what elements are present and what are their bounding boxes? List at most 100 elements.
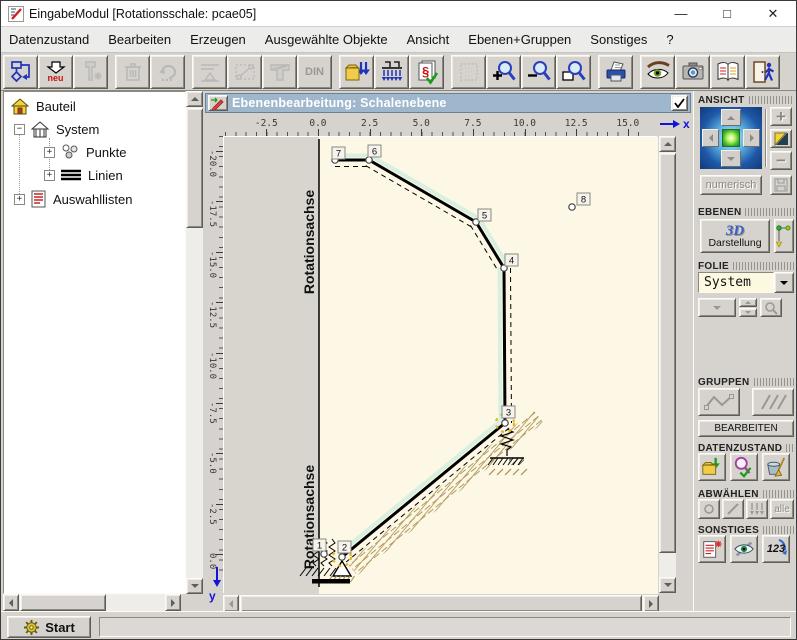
edit-plane-icon[interactable]	[208, 95, 228, 111]
section-ebenen: EBENEN	[698, 207, 794, 217]
tree-item-punkte[interactable]: + Punkte	[44, 143, 126, 161]
zoom-decrease-button[interactable]: −	[770, 151, 792, 170]
group-polyline-button[interactable]	[698, 388, 740, 416]
expand-expander[interactable]: +	[44, 170, 55, 181]
folie-dropdown-button[interactable]	[774, 272, 794, 293]
contrast-button[interactable]	[770, 129, 792, 148]
check-data-button[interactable]	[730, 453, 758, 481]
eye-button[interactable]	[640, 55, 675, 89]
folie-spinner[interactable]	[739, 298, 757, 317]
scroll-thumb[interactable]	[659, 153, 676, 553]
menu-ausgewaehlte-objekte[interactable]: Ausgewählte Objekte	[265, 32, 388, 47]
confirm-check-button[interactable]	[671, 95, 688, 111]
3d-darstellung-button[interactable]: 3D Darstellung	[700, 219, 770, 253]
tree-item-auswahllisten[interactable]: + Auswahllisten	[14, 190, 133, 208]
folie-search-button[interactable]	[760, 298, 782, 317]
tbeam-icon	[267, 59, 293, 85]
scroll-thumb[interactable]	[20, 594, 106, 611]
menu-datenzustand[interactable]: Datenzustand	[9, 32, 89, 47]
menu-ansicht[interactable]: Ansicht	[407, 32, 450, 47]
deselect-lines-button[interactable]	[722, 499, 744, 519]
protocol-button[interactable]	[698, 535, 726, 563]
canvas-vertical-scrollbar[interactable]	[659, 136, 676, 593]
save-view-button[interactable]	[770, 175, 792, 195]
scroll-thumb[interactable]	[186, 108, 203, 228]
node-label: 7	[336, 149, 341, 160]
new-button[interactable]: neu	[38, 55, 73, 89]
canvas-horizontal-scrollbar[interactable]	[223, 595, 659, 612]
menu-help[interactable]: ?	[666, 32, 673, 47]
node-marker[interactable]	[366, 157, 372, 163]
group-lines-button[interactable]	[752, 388, 794, 416]
center-view-button[interactable]	[722, 129, 740, 147]
scroll-left-button[interactable]	[3, 594, 19, 611]
close-button[interactable]: ✕	[750, 1, 796, 26]
pan-left-button[interactable]	[702, 129, 719, 147]
pan-down-button[interactable]	[721, 150, 741, 167]
node-marker[interactable]	[569, 204, 575, 210]
folder-import-button[interactable]	[339, 55, 374, 89]
book-button[interactable]	[710, 55, 745, 89]
deselect-loads-button[interactable]	[746, 499, 768, 519]
tree-item-system[interactable]: − System	[14, 120, 99, 138]
din-button: DIN	[297, 55, 332, 89]
scroll-right-button[interactable]	[643, 595, 659, 612]
section-rule	[733, 262, 794, 270]
scroll-down-button[interactable]	[659, 577, 676, 593]
zoom-window-button[interactable]	[556, 55, 591, 89]
pan-right-button[interactable]	[743, 129, 760, 147]
expand-expander[interactable]: +	[14, 194, 25, 205]
scroll-left-button[interactable]	[223, 595, 239, 612]
load-case-button[interactable]	[374, 55, 409, 89]
zoom-increase-button[interactable]: +	[770, 107, 792, 126]
tree-vertical-scrollbar[interactable]	[186, 91, 203, 594]
scroll-up-button[interactable]	[659, 136, 676, 152]
bearbeiten-button[interactable]: BEARBEITEN	[698, 420, 794, 437]
shell-member[interactable]	[504, 268, 505, 423]
node-marker[interactable]	[321, 551, 327, 557]
cleanup-data-button[interactable]	[762, 453, 790, 481]
start-button[interactable]: Start	[7, 616, 91, 638]
node-marker[interactable]	[339, 554, 345, 560]
main-toolbar: neu DIN §	[1, 53, 796, 91]
folie-select-value[interactable]: System	[698, 272, 774, 293]
zoom-out-button[interactable]	[521, 55, 556, 89]
tree-item-bauteil[interactable]: Bauteil	[10, 97, 76, 115]
node-marker[interactable]	[502, 420, 508, 426]
collapse-expander[interactable]: −	[14, 124, 25, 135]
section-title: SONSTIGES	[698, 525, 759, 536]
renumber-button[interactable]: 123	[762, 535, 790, 563]
expand-expander[interactable]: +	[44, 147, 55, 158]
tree-horizontal-scrollbar[interactable]	[3, 594, 181, 611]
tree-item-linien[interactable]: + Linien	[44, 166, 123, 184]
maximize-button[interactable]: □	[704, 1, 750, 26]
plane-axes-button[interactable]	[774, 219, 794, 253]
menu-erzeugen[interactable]: Erzeugen	[190, 32, 246, 47]
sub-folie-dropdown[interactable]	[698, 298, 736, 317]
scroll-thumb[interactable]	[240, 595, 642, 612]
section-datenzustand: DATENZUSTAND	[698, 443, 794, 453]
minimize-button[interactable]: —	[658, 1, 704, 26]
deselect-all-button[interactable]: alle	[770, 499, 794, 519]
preview-button[interactable]	[730, 535, 758, 563]
deselect-points-button[interactable]	[698, 499, 720, 519]
pan-up-button[interactable]	[721, 109, 741, 126]
flow-button[interactable]	[3, 55, 38, 89]
camera-button[interactable]	[675, 55, 710, 89]
zoom-in-button[interactable]	[486, 55, 521, 89]
bearbeiten-label: BEARBEITEN	[714, 423, 777, 434]
drawing-canvas[interactable]: RotationsachseRotationsachse12345678	[223, 136, 657, 593]
save-data-button[interactable]	[698, 453, 726, 481]
scroll-up-button[interactable]	[186, 91, 203, 107]
menu-bearbeiten[interactable]: Bearbeiten	[108, 32, 171, 47]
object-tree-panel: Bauteil − System + Punkte + Linien + Aus…	[3, 91, 203, 611]
ruler-tick	[525, 129, 526, 136]
exit-button[interactable]	[745, 55, 780, 89]
numerisch-button[interactable]: numerisch	[700, 175, 762, 195]
paragraph-doc-button[interactable]: §	[409, 55, 444, 89]
scroll-down-button[interactable]	[186, 578, 203, 594]
menu-ebenen-gruppen[interactable]: Ebenen+Gruppen	[468, 32, 571, 47]
scroll-right-button[interactable]	[165, 594, 181, 611]
menu-sonstiges[interactable]: Sonstiges	[590, 32, 647, 47]
print-button[interactable]	[598, 55, 633, 89]
